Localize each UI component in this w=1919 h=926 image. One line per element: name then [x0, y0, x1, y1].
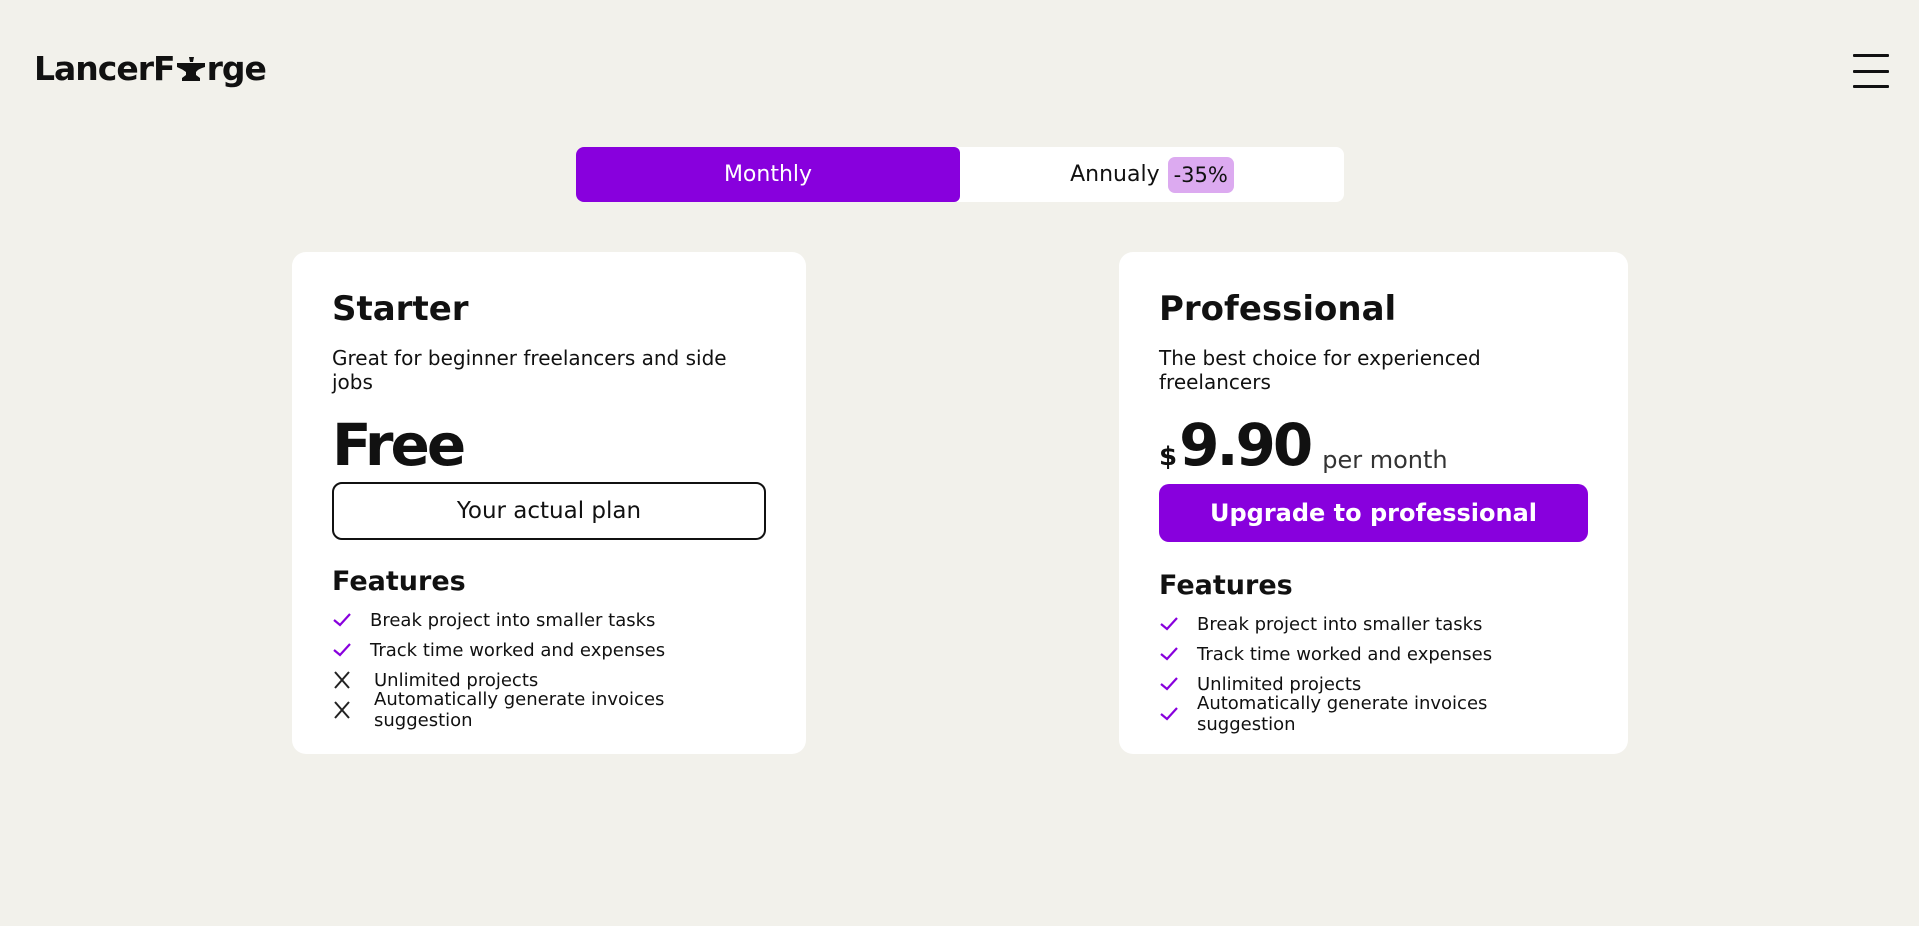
- upgrade-button-label: Upgrade to professional: [1209, 499, 1538, 527]
- plan-name: Starter: [332, 289, 469, 329]
- anvil-icon: [176, 56, 206, 85]
- discount-badge: -35%: [1167, 156, 1234, 193]
- feature-label: Track time worked and expenses: [370, 639, 666, 661]
- check-icon: [1160, 707, 1178, 721]
- plan-name: Professional: [1159, 289, 1397, 329]
- feature-label: Break project into smaller tasks: [370, 609, 656, 631]
- feature-label: Unlimited projects: [1197, 673, 1362, 695]
- toggle-monthly-label: Monthly: [723, 162, 813, 187]
- x-icon: [334, 671, 350, 689]
- features-title: Features: [1159, 570, 1293, 601]
- features-list: Break project into smaller tasks Track t…: [1159, 609, 1588, 735]
- check-icon: [333, 613, 351, 627]
- feature-label: Track time worked and expenses: [1197, 643, 1493, 665]
- feature-label: Break project into smaller tasks: [1197, 613, 1483, 635]
- check-icon: [1160, 677, 1178, 691]
- current-plan-button-label: Your actual plan: [456, 498, 642, 524]
- features-list: Break project into smaller tasks Track t…: [332, 605, 766, 731]
- feature-item: Track time worked and expenses: [1159, 639, 1588, 669]
- logo-text-left: LancerF: [34, 49, 176, 88]
- menu-line: [1853, 69, 1889, 73]
- feature-item: Break project into smaller tasks: [1159, 609, 1588, 639]
- current-plan-button[interactable]: Your actual plan: [332, 482, 766, 540]
- feature-item: Track time worked and expenses: [332, 635, 766, 665]
- feature-label: Unlimited projects: [374, 669, 539, 691]
- plan-price: $ 9.90 per month: [1159, 416, 1588, 474]
- header: LancerF rge: [0, 0, 1919, 145]
- hamburger-menu-icon[interactable]: [1853, 54, 1889, 88]
- plan-card-starter: Starter Great for beginner freelancers a…: [292, 252, 806, 754]
- feature-label: Automatically generate invoices suggesti…: [1197, 693, 1488, 735]
- logo[interactable]: LancerF rge: [34, 49, 267, 88]
- plan-description: Great for beginner freelancers and side …: [332, 346, 727, 394]
- upgrade-button[interactable]: Upgrade to professional: [1159, 484, 1588, 542]
- check-icon: [1160, 647, 1178, 661]
- x-icon: [334, 701, 350, 719]
- feature-label: Automatically generate invoices suggesti…: [374, 689, 665, 731]
- plan-description: The best choice for experienced freelanc…: [1159, 346, 1481, 394]
- feature-item: Automatically generate invoices suggesti…: [1159, 693, 1588, 735]
- check-icon: [1160, 617, 1178, 631]
- logo-text-right: rge: [206, 49, 267, 88]
- feature-item: Break project into smaller tasks: [332, 605, 766, 635]
- plan-price: Free: [332, 411, 466, 479]
- price-amount: 9.90: [1179, 411, 1313, 479]
- check-icon: [333, 643, 351, 657]
- price-period: per month: [1322, 446, 1448, 474]
- features-title: Features: [332, 566, 466, 597]
- price-currency: $: [1159, 442, 1178, 472]
- billing-toggle: Monthly Annualy -35%: [576, 147, 1344, 202]
- toggle-annual-label: Annualy: [1070, 162, 1160, 187]
- menu-line: [1853, 54, 1889, 57]
- feature-item: Automatically generate invoices suggesti…: [332, 689, 766, 731]
- plan-card-professional: Professional The best choice for experie…: [1119, 252, 1628, 754]
- menu-line: [1853, 85, 1889, 88]
- toggle-annual[interactable]: Annualy -35%: [960, 147, 1344, 202]
- toggle-monthly[interactable]: Monthly: [576, 147, 960, 202]
